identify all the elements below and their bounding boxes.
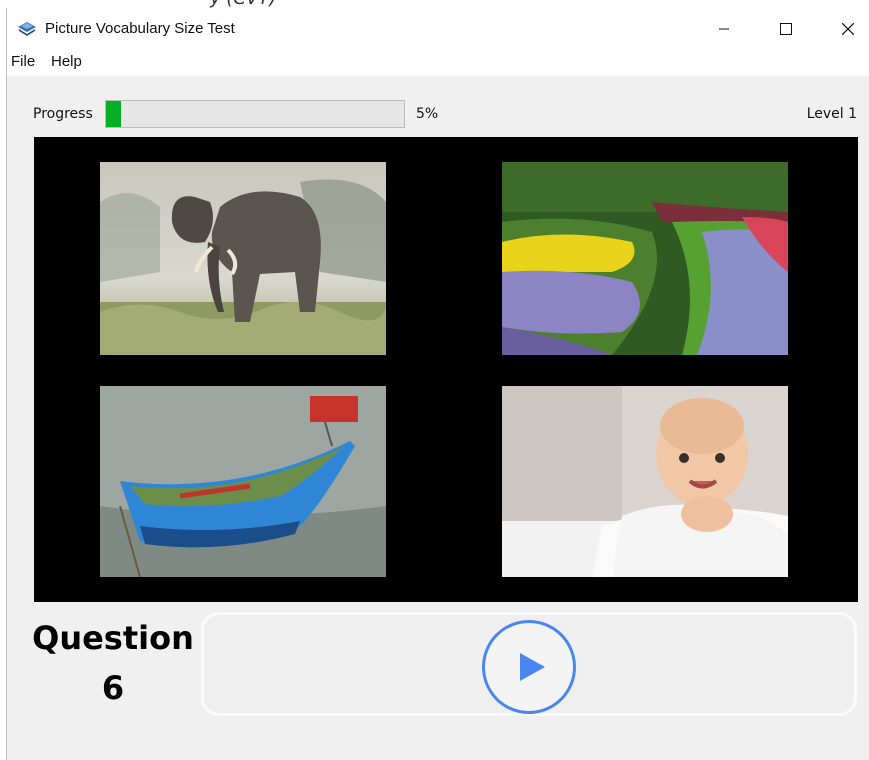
picture-option-elephant[interactable] bbox=[100, 162, 386, 355]
maximize-button[interactable] bbox=[755, 8, 817, 50]
picture-option-boat[interactable] bbox=[100, 386, 386, 577]
menu-help[interactable]: Help bbox=[51, 53, 82, 70]
book-icon bbox=[17, 20, 37, 38]
picture-option-garden[interactable] bbox=[502, 162, 788, 355]
maximize-icon bbox=[780, 23, 792, 35]
play-button[interactable] bbox=[482, 620, 576, 714]
baby-image bbox=[502, 386, 788, 577]
window-title: Picture Vocabulary Size Test bbox=[45, 20, 235, 37]
minimize-icon bbox=[719, 28, 729, 30]
question-number: 6 bbox=[101, 669, 125, 707]
progress-fill bbox=[106, 101, 121, 127]
close-icon bbox=[842, 23, 854, 35]
progress-label: Progress bbox=[33, 106, 93, 122]
picture-grid bbox=[34, 137, 858, 602]
play-icon bbox=[520, 653, 545, 681]
cropped-caption-strip: y (CVT) bbox=[0, 0, 869, 8]
elephant-image bbox=[100, 162, 386, 355]
picture-option-baby[interactable] bbox=[502, 386, 788, 577]
progress-bar bbox=[105, 100, 405, 128]
close-button[interactable] bbox=[817, 8, 869, 50]
garden-image bbox=[502, 162, 788, 355]
menu-file[interactable]: File bbox=[11, 53, 35, 70]
level-indicator: Level 1 bbox=[806, 106, 857, 122]
audio-panel bbox=[201, 612, 857, 716]
menu-bar: File Help bbox=[7, 50, 869, 76]
minimize-button[interactable] bbox=[693, 8, 755, 50]
title-bar: Picture Vocabulary Size Test bbox=[7, 8, 869, 50]
question-label: Question bbox=[32, 619, 194, 657]
progress-percent: 5% bbox=[416, 106, 439, 122]
boat-image bbox=[100, 386, 386, 577]
app-window: Picture Vocabulary Size Test File Help P… bbox=[6, 8, 869, 760]
